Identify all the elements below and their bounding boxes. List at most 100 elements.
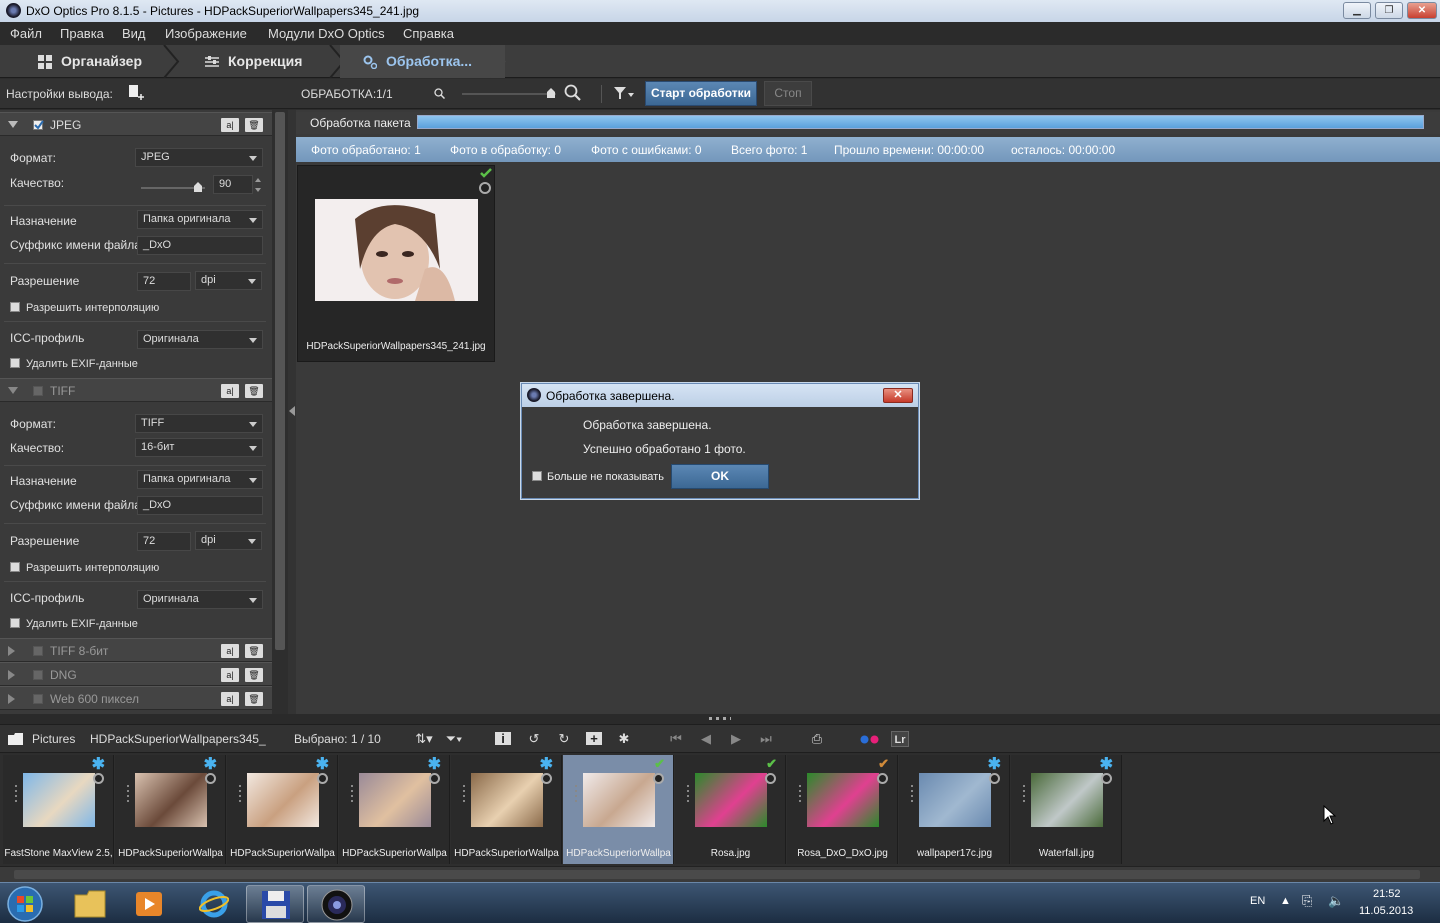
menu-modules[interactable]: Модули DxO Optics: [268, 26, 385, 41]
gear-icon[interactable]: ✱: [616, 731, 632, 747]
sort-icon[interactable]: ⇅▾: [413, 731, 435, 747]
jpeg-quality-slider[interactable]: [141, 182, 205, 192]
expand-icon[interactable]: [8, 646, 15, 656]
rename-icon[interactable]: a|: [221, 692, 239, 706]
processed-photo-card[interactable]: HDPackSuperiorWallpapers345_241.jpg: [297, 165, 495, 362]
panel-resize-grip[interactable]: [0, 714, 1440, 724]
current-folder[interactable]: Pictures: [32, 732, 75, 746]
dng-enable-checkbox[interactable]: [33, 670, 43, 680]
dng-section-header[interactable]: DNG a| 🗑: [0, 662, 272, 686]
tiff8-section-header[interactable]: TIFF 8-бит a| 🗑: [0, 638, 272, 662]
checkbox-box[interactable]: [532, 471, 542, 481]
jpeg-interpolation-checkbox[interactable]: Разрешить интерполяцию: [10, 302, 159, 314]
tab-processing[interactable]: Обработка...: [340, 45, 506, 78]
filmstrip-item[interactable]: ✔ Rosa.jpg: [675, 755, 786, 864]
tiff-resolution-input[interactable]: 72: [137, 532, 191, 551]
add-icon[interactable]: +: [586, 732, 602, 745]
filmstrip-item[interactable]: ✱ HDPackSuperiorWallpa: [451, 755, 562, 864]
print-icon[interactable]: ⎙: [809, 731, 825, 747]
filmstrip-item[interactable]: ✱ Waterfall.jpg: [1011, 755, 1122, 864]
zoom-slider[interactable]: [462, 88, 556, 98]
next-icon[interactable]: ▶: [728, 731, 744, 747]
trash-icon[interactable]: 🗑: [245, 668, 263, 682]
taskbar-media-player[interactable]: [120, 885, 178, 923]
drag-handle-icon[interactable]: [799, 785, 801, 805]
drag-handle-icon[interactable]: [575, 785, 577, 805]
tab-correction[interactable]: Коррекция: [180, 45, 346, 78]
flickr-icon[interactable]: [860, 735, 880, 744]
jpeg-remove-exif-checkbox[interactable]: Удалить EXIF-данные: [10, 358, 138, 370]
language-indicator[interactable]: EN: [1250, 895, 1265, 907]
tab-organizer[interactable]: Органайзер: [0, 45, 180, 78]
rename-icon[interactable]: a|: [221, 384, 239, 398]
taskbar-dxo[interactable]: [307, 885, 365, 923]
start-button-icon[interactable]: [6, 885, 44, 923]
rename-icon[interactable]: a|: [221, 668, 239, 682]
filmstrip-item[interactable]: ✔ Rosa_DxO_DxO.jpg: [787, 755, 898, 864]
jpeg-destination-select[interactable]: Папка оригинала: [137, 210, 263, 229]
menu-view[interactable]: Вид: [122, 26, 146, 41]
menu-image[interactable]: Изображение: [165, 26, 247, 41]
checkbox-box[interactable]: [10, 618, 20, 628]
trash-icon[interactable]: 🗑: [245, 644, 263, 658]
tiff-quality-select[interactable]: 16-бит: [135, 438, 263, 457]
scrollbar-thumb[interactable]: [14, 870, 1420, 879]
tiff-interpolation-checkbox[interactable]: Разрешить интерполяцию: [10, 562, 159, 574]
filter-icon[interactable]: [613, 86, 635, 101]
filmstrip-item[interactable]: ✔ HDPackSuperiorWallpa: [563, 755, 674, 864]
drag-handle-icon[interactable]: [687, 785, 689, 805]
jpeg-enable-checkbox[interactable]: [33, 120, 44, 130]
ok-button[interactable]: OK: [671, 464, 769, 489]
taskbar-internet-explorer[interactable]: [185, 885, 243, 923]
trash-icon[interactable]: 🗑: [245, 118, 263, 132]
filmstrip-item[interactable]: ✱ HDPackSuperiorWallpa: [227, 755, 338, 864]
maximize-button[interactable]: ❐: [1375, 2, 1403, 19]
scrollbar-thumb[interactable]: [275, 112, 285, 650]
collapse-icon[interactable]: [8, 387, 18, 394]
jpeg-section-header[interactable]: JPEG a| 🗑: [0, 112, 272, 136]
clock-time[interactable]: 21:52: [1373, 888, 1401, 900]
tiff-icc-select[interactable]: Оригинала: [137, 590, 263, 609]
jpeg-suffix-input[interactable]: _DxO: [137, 236, 263, 255]
trash-icon[interactable]: 🗑: [245, 384, 263, 398]
prev-icon[interactable]: ◀: [698, 731, 714, 747]
expand-icon[interactable]: [8, 670, 15, 680]
dont-show-again-checkbox[interactable]: Больше не показывать: [532, 471, 664, 483]
taskbar-save-app[interactable]: [246, 885, 304, 923]
tiff8-enable-checkbox[interactable]: [33, 646, 43, 656]
filmstrip-item[interactable]: ✱ HDPackSuperiorWallpa: [339, 755, 450, 864]
add-output-icon[interactable]: [128, 84, 146, 102]
drag-handle-icon[interactable]: [463, 785, 465, 805]
filmstrip-scrollbar[interactable]: [0, 866, 1440, 882]
close-button[interactable]: ✕: [1407, 2, 1437, 19]
filmstrip-item[interactable]: ✱ HDPackSuperiorWallpa: [115, 755, 226, 864]
jpeg-format-select[interactable]: JPEG: [135, 148, 263, 167]
drag-handle-icon[interactable]: [127, 785, 129, 805]
tiff-section-header[interactable]: TIFF a| 🗑: [0, 378, 272, 402]
jpeg-resolution-input[interactable]: 72: [137, 272, 191, 291]
drag-handle-icon[interactable]: [351, 785, 353, 805]
jpeg-resolution-unit-select[interactable]: dpi: [195, 271, 262, 290]
rename-icon[interactable]: a|: [221, 118, 239, 132]
rename-icon[interactable]: a|: [221, 644, 239, 658]
trash-icon[interactable]: 🗑: [245, 692, 263, 706]
last-icon[interactable]: ⏭: [758, 731, 774, 747]
menu-edit[interactable]: Правка: [60, 26, 104, 41]
web600-section-header[interactable]: Web 600 пиксел a| 🗑: [0, 686, 272, 710]
tiff-remove-exif-checkbox[interactable]: Удалить EXIF-данные: [10, 618, 138, 630]
drag-handle-icon[interactable]: [1023, 785, 1025, 805]
tiff-resolution-unit-select[interactable]: dpi: [195, 531, 262, 550]
filmstrip-item[interactable]: ✱ FastStone MaxView 2.5,: [3, 755, 114, 864]
menu-help[interactable]: Справка: [403, 26, 454, 41]
rotate-right-icon[interactable]: ↻: [556, 731, 572, 747]
info-icon[interactable]: i: [495, 732, 511, 745]
volume-icon[interactable]: 🔈: [1328, 893, 1344, 909]
collapse-icon[interactable]: [8, 121, 18, 128]
rotate-left-icon[interactable]: ↺: [526, 731, 542, 747]
checkbox-box[interactable]: [10, 562, 20, 572]
left-panel-scrollbar[interactable]: [272, 110, 288, 714]
first-icon[interactable]: ⏮: [668, 731, 684, 747]
filter-icon[interactable]: ⏷▾: [443, 731, 465, 747]
tiff-format-select[interactable]: TIFF: [135, 414, 263, 433]
taskbar-explorer[interactable]: [61, 885, 119, 923]
